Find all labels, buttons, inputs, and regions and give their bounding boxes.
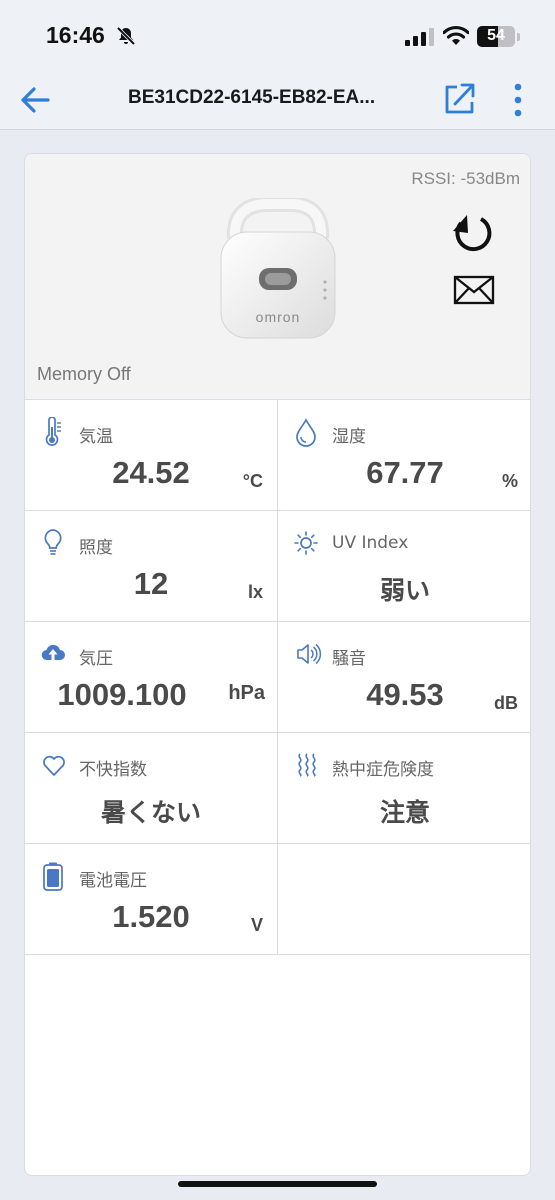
device-panel: RSSI: -53dBm omron Memory Off [25,154,530,400]
empty-cell [278,844,530,955]
speaker-icon [297,643,322,665]
sensor-cell-temperature: 気温 24.52 °C [25,400,278,511]
sensor-cell-heatstroke-risk: 熱中症危険度 注意 [278,733,530,844]
sensor-cell-pressure: 気圧 1009.100 hPa [25,622,278,733]
sensor-label: 騒音 [332,649,366,669]
brand-label: omron [256,309,301,325]
sensor-cell-battery-voltage: 電池電圧 1.520 V [25,844,278,955]
home-indicator[interactable] [178,1181,377,1187]
sensor-unit: V [250,915,263,935]
sensor-label: 不快指数 [79,760,147,780]
battery-indicator: 54 [477,26,515,47]
sensor-unit: °C [242,471,263,491]
back-arrow-icon[interactable] [18,82,54,118]
sensor-card: RSSI: -53dBm omron Memory Off 気温 24.52 °… [24,153,531,1176]
sensor-label: 電池電圧 [79,871,147,891]
sensor-label: 熱中症危険度 [332,760,434,780]
sensor-unit: % [501,471,518,491]
water-drop-icon [296,418,316,447]
sensor-unit: lx [247,582,263,602]
sensor-cell-discomfort-index: 不快指数 暑くない [25,733,278,844]
cellular-signal-icon [405,28,434,46]
rssi-label: RSSI: -53dBm [411,169,520,188]
light-bulb-icon [44,529,62,555]
thermometer-icon [45,417,61,446]
heat-waves-icon [298,753,316,777]
sensor-label: 湿度 [332,427,366,447]
sensor-cell-humidity: 湿度 67.77 % [278,400,530,511]
sensor-value: 暑くない [100,798,201,827]
memory-status: Memory Off [37,364,131,384]
battery-level: 54 [487,27,505,44]
sensor-value: 12 [133,566,169,601]
navigation-bar: BE31CD22-6145-EB82-EA... [0,70,555,130]
sensor-value: 1009.100 [57,677,187,712]
omron-sensor-image: omron [220,198,336,339]
sensor-label: 照度 [79,538,113,558]
mail-icon[interactable] [453,274,495,306]
status-time: 16:46 [46,22,105,48]
sensor-value: 1.520 [112,899,190,934]
battery-icon [43,862,63,891]
open-external-icon[interactable] [441,81,477,117]
battery-cap [517,33,520,41]
refresh-icon[interactable] [451,211,495,255]
sensor-cell-uv-index: UV Index 弱い [278,511,530,622]
sensor-label: 気温 [79,427,113,447]
heart-icon [43,755,65,776]
status-bar: 16:46 54 [0,0,555,70]
sensor-value: 67.77 [366,455,444,490]
sensor-unit: dB [494,693,518,713]
sensor-label: UV Index [332,533,409,553]
sensor-unit: hPa [228,682,265,704]
cloud-upload-icon [41,644,65,661]
wifi-icon [443,25,469,45]
sensor-label: 気圧 [79,649,113,669]
sensor-value: 24.52 [112,455,190,490]
sun-icon [294,531,318,555]
page-title: BE31CD22-6145-EB82-EA... [128,87,376,108]
sensor-cell-noise: 騒音 49.53 dB [278,622,530,733]
sensor-cell-illuminance: 照度 12 lx [25,511,278,622]
bell-off-icon [116,26,136,46]
sensor-value: 注意 [379,798,430,827]
sensor-value: 弱い [379,576,430,605]
more-options-icon[interactable] [508,80,528,120]
